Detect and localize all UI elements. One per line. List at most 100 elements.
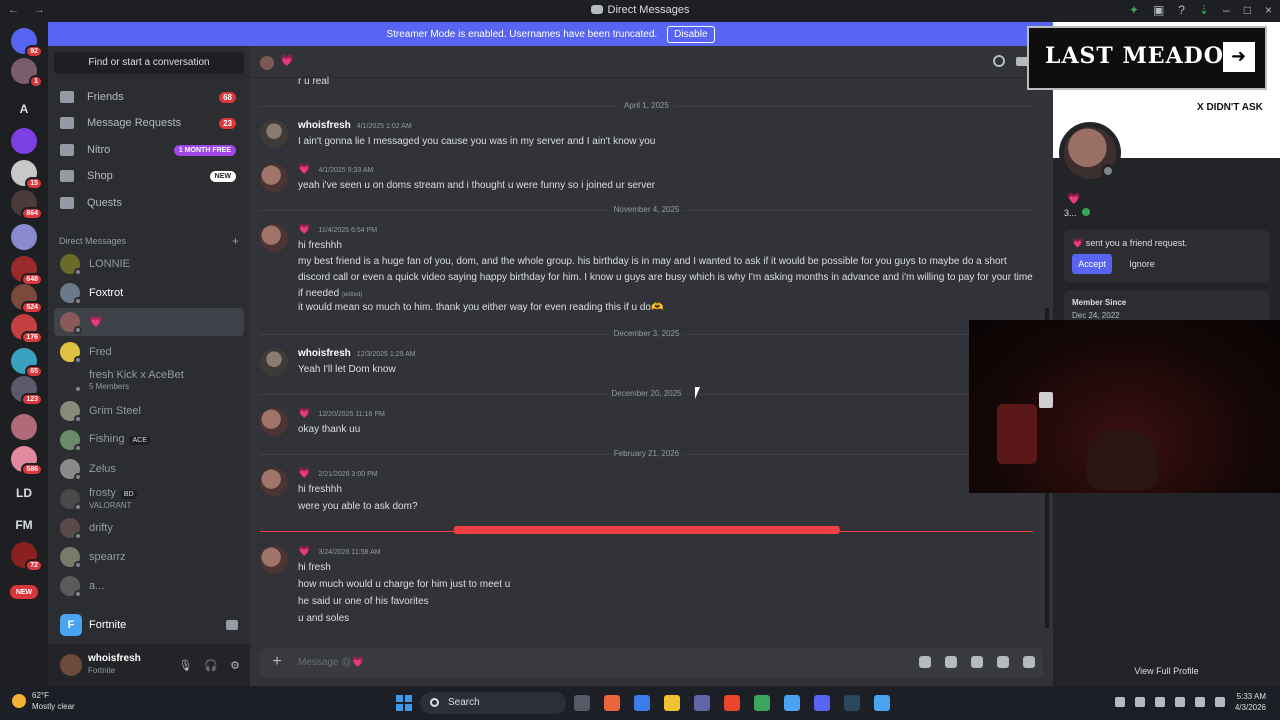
maximize-button[interactable]: □ [1244, 3, 1251, 17]
dm-item[interactable]: LONNIE [54, 250, 244, 278]
teams-icon[interactable] [694, 695, 710, 711]
message-avatar[interactable] [260, 546, 288, 574]
server-4-icon[interactable] [11, 128, 37, 154]
brave-icon[interactable] [724, 695, 740, 711]
message-author[interactable]: 💗 [298, 468, 310, 479]
settings-gear-icon[interactable]: ⚙ [230, 659, 240, 672]
find-conversation-button[interactable]: Find or start a conversation [54, 52, 244, 74]
home-icon[interactable]: 92 [11, 28, 43, 58]
dm-item[interactable]: 💗 [54, 308, 244, 336]
discord-icon[interactable] [814, 695, 830, 711]
deafen-icon[interactable]: 🎧 [204, 659, 218, 672]
wifi-icon[interactable] [1174, 697, 1185, 707]
chrome-icon[interactable] [784, 695, 800, 711]
fortnite-taskbar-icon[interactable] [874, 695, 890, 711]
task-view-icon[interactable] [574, 695, 590, 711]
message-author[interactable]: 💗 [298, 546, 310, 557]
server-11-icon[interactable]: 65 [11, 348, 43, 378]
server-9-icon[interactable]: 524 [11, 284, 43, 314]
create-dm-icon[interactable]: + [232, 234, 239, 248]
message-avatar[interactable] [260, 468, 288, 496]
apps-icon[interactable] [1023, 656, 1035, 668]
message-input[interactable]: Message @💗 [298, 657, 364, 668]
tray-icon[interactable] [1154, 697, 1165, 707]
message-avatar[interactable] [260, 408, 288, 436]
nav-quests[interactable]: Quests [54, 190, 244, 216]
close-button[interactable]: × [1265, 3, 1272, 17]
disable-streamer-button[interactable]: Disable [667, 25, 715, 43]
server-12-icon[interactable]: 123 [11, 376, 43, 406]
nav-message-requests[interactable]: Message Requests 23 [54, 110, 244, 136]
dm-item[interactable]: spearrz [54, 543, 244, 571]
gif-icon[interactable] [945, 656, 957, 668]
steam-icon[interactable] [844, 695, 860, 711]
message-avatar[interactable] [260, 348, 288, 376]
activity-menu-icon[interactable] [226, 620, 238, 630]
attach-icon[interactable]: + [268, 653, 286, 671]
server-5-icon[interactable]: 15 [11, 160, 43, 190]
server-7-icon[interactable] [11, 224, 37, 250]
server-fm-icon[interactable]: FM [11, 512, 37, 538]
emoji-icon[interactable] [997, 656, 1009, 668]
dm-item[interactable]: Zelus [54, 455, 244, 483]
server-a-icon[interactable]: A [11, 96, 37, 122]
tray-icon[interactable] [1134, 697, 1145, 707]
weather-widget[interactable]: 62°F Mostly clear [12, 690, 75, 712]
app-icon[interactable] [754, 695, 770, 711]
store-icon[interactable] [634, 695, 650, 711]
dm-item[interactable]: Foxtrot [54, 279, 244, 307]
nav-friends[interactable]: Friends 68 [54, 84, 244, 110]
message-author[interactable]: whoisfresh [298, 120, 351, 131]
server-17-icon[interactable]: 72 [11, 542, 43, 572]
clock[interactable]: 5:33 AM 4/3/2026 [1235, 691, 1266, 713]
dm-item[interactable]: a... [54, 572, 244, 600]
dm-item[interactable]: Fishing ACE [54, 426, 244, 454]
message-avatar[interactable] [260, 224, 288, 252]
dm-item[interactable]: Grim Steel [54, 397, 244, 425]
new-servers-button[interactable]: NEW [10, 585, 38, 599]
message-author[interactable]: 💗 [298, 408, 310, 419]
start-button[interactable] [396, 695, 412, 711]
inbox-icon[interactable]: ▣ [1153, 3, 1164, 17]
sticker-icon[interactable] [971, 656, 983, 668]
dm-item[interactable]: frosty BD VALORANT [54, 485, 244, 513]
copilot-icon[interactable] [604, 695, 620, 711]
server-ld-icon[interactable]: LD [11, 480, 37, 506]
server-6-icon[interactable]: 864 [11, 190, 43, 220]
call-icon[interactable] [993, 55, 1005, 67]
server-10-icon[interactable]: 176 [11, 314, 43, 344]
dm-item[interactable]: drifty [54, 514, 244, 542]
dm-item[interactable]: Fred [54, 338, 244, 366]
status-dot [74, 590, 82, 598]
message-composer[interactable]: + Message @💗 [260, 648, 1043, 678]
nav-shop[interactable]: Shop NEW [54, 163, 244, 189]
message-avatar[interactable] [260, 164, 288, 192]
server-14-icon[interactable]: 586 [11, 446, 43, 476]
dm-item[interactable]: fresh Kick x AceBet 5 Members [54, 367, 244, 395]
battery-icon[interactable] [1214, 697, 1225, 707]
user-avatar[interactable] [60, 654, 82, 676]
server-2-icon[interactable]: 1 [11, 58, 43, 88]
help-icon[interactable]: ? [1178, 3, 1185, 17]
nitro-icon[interactable]: ✦ [1129, 3, 1139, 17]
taskbar-search[interactable]: Search [420, 692, 566, 714]
server-13-icon[interactable] [11, 414, 37, 440]
tray-icon[interactable] [1114, 697, 1125, 707]
volume-icon[interactable] [1194, 697, 1205, 707]
ignore-button[interactable]: Ignore [1122, 254, 1162, 274]
explorer-icon[interactable] [664, 695, 680, 711]
download-icon[interactable]: ⇣ [1199, 3, 1209, 17]
nav-nitro[interactable]: Nitro 1 MONTH FREE [54, 137, 244, 163]
message-avatar[interactable] [260, 120, 288, 148]
message-author[interactable]: whoisfresh [298, 348, 351, 359]
server-8-icon[interactable]: 648 [11, 256, 43, 286]
gift-icon[interactable] [919, 656, 931, 668]
mute-icon[interactable]: 🎙 [178, 659, 192, 672]
recipient-avatar[interactable] [260, 56, 274, 70]
minimize-button[interactable]: – [1223, 3, 1230, 17]
message-author[interactable]: 💗 [298, 224, 310, 235]
view-full-profile-link[interactable]: View Full Profile [1053, 666, 1280, 676]
accept-button[interactable]: Accept [1072, 254, 1112, 274]
activity-card[interactable]: F Fortnite [54, 612, 244, 638]
message-author[interactable]: 💗 [298, 164, 310, 175]
